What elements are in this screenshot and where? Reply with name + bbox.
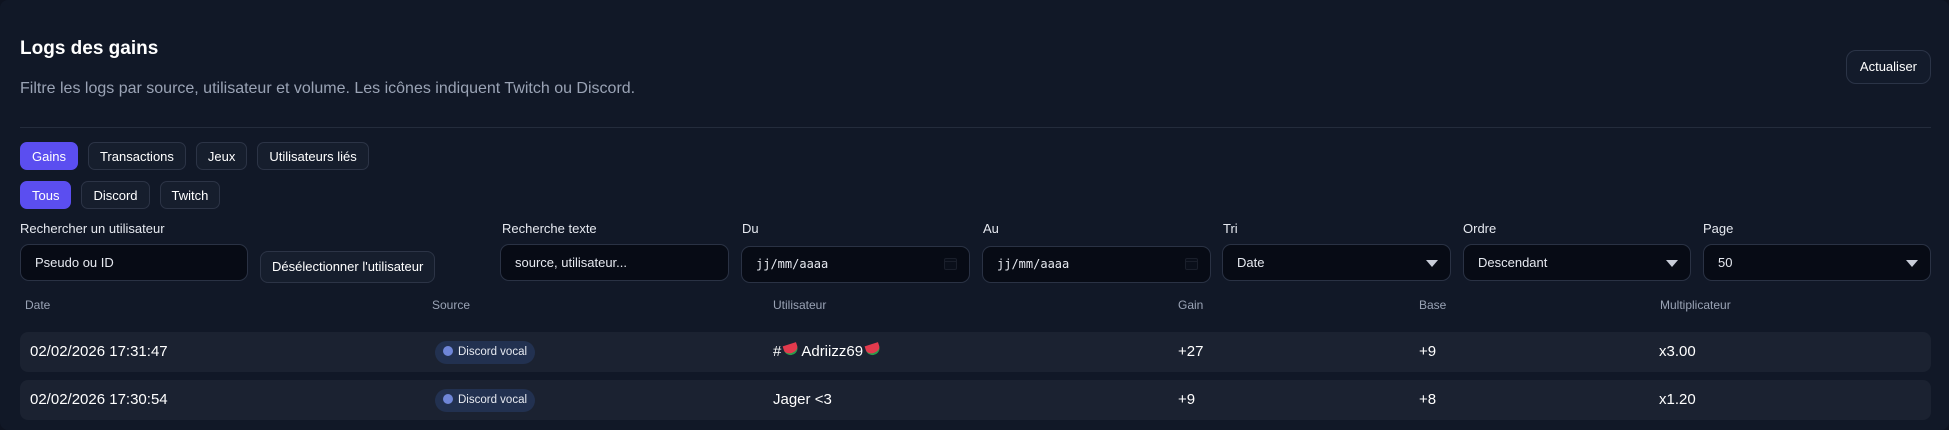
order-value: Descendant — [1478, 255, 1548, 270]
source-filter-tabs: Tous Discord Twitch — [20, 181, 221, 209]
tab-utilisateurs-lies[interactable]: Utilisateurs liés — [257, 142, 369, 170]
sort-label: Tri — [1223, 221, 1238, 236]
text-search-label: Recherche texte — [502, 221, 597, 236]
page-subtitle: Filtre les logs par source, utilisateur … — [20, 80, 636, 97]
user-search-input[interactable]: Pseudo ou ID — [20, 244, 248, 281]
date-to-label: Au — [983, 221, 999, 236]
source-badge: Discord vocal — [435, 389, 536, 412]
refresh-button[interactable]: Actualiser — [1845, 50, 1931, 84]
chevron-down-icon — [1426, 260, 1438, 267]
text-search-input[interactable]: source, utilisateur... — [500, 244, 729, 281]
source-badge: Discord vocal — [435, 341, 536, 364]
row-multiplier: x3.00 — [1659, 343, 1696, 360]
row-base: +9 — [1419, 343, 1437, 360]
tab-jeux[interactable]: Jeux — [195, 142, 248, 170]
order-label: Ordre — [1463, 221, 1497, 236]
page-title: Logs des gains — [20, 38, 159, 59]
date-to-input[interactable]: jj/mm/aaaa — [982, 246, 1211, 283]
calendar-icon[interactable] — [1185, 258, 1198, 270]
tab-transactions[interactable]: Transactions — [87, 142, 186, 170]
discord-icon — [443, 346, 453, 356]
user-search-placeholder: Pseudo ou ID — [35, 255, 114, 270]
filter-tous[interactable]: Tous — [20, 181, 72, 209]
page-size-select[interactable]: 50 — [1703, 244, 1931, 281]
user-prefix: # — [773, 343, 782, 360]
table-row: 02/02/2026 17:31:47 Discord vocal # Adrii… — [20, 332, 1931, 372]
calendar-icon[interactable] — [944, 258, 957, 270]
watermelon-icon — [782, 342, 800, 357]
date-from-placeholder: jj/mm/aaaa — [756, 257, 829, 271]
table-row: 02/02/2026 17:30:54 Discord vocal Jager … — [20, 380, 1931, 420]
filter-twitch[interactable]: Twitch — [159, 181, 221, 209]
watermelon-icon — [864, 342, 882, 357]
row-date: 02/02/2026 17:31:47 — [30, 343, 168, 360]
chevron-down-icon — [1666, 260, 1678, 267]
column-header-base: Base — [1419, 298, 1447, 312]
source-badge-label: Discord vocal — [458, 394, 528, 406]
chevron-down-icon — [1906, 260, 1918, 267]
user-search-label: Rechercher un utilisateur — [20, 221, 165, 236]
column-header-date: Date — [25, 298, 51, 312]
date-from-label: Du — [742, 221, 759, 236]
header-divider — [20, 127, 1931, 128]
log-type-tabs: Gains Transactions Jeux Utilisateurs lié… — [20, 142, 369, 170]
discord-icon — [443, 394, 453, 404]
column-header-multiplier: Multiplicateur — [1660, 298, 1731, 312]
row-date: 02/02/2026 17:30:54 — [30, 391, 168, 408]
date-from-input[interactable]: jj/mm/aaaa — [741, 246, 970, 283]
sort-value: Date — [1237, 255, 1265, 270]
row-gain: +27 — [1178, 343, 1204, 360]
source-badge-label: Discord vocal — [458, 346, 528, 358]
text-search-placeholder: source, utilisateur... — [515, 255, 627, 270]
user-name: Adriizz69 — [801, 343, 864, 360]
column-header-gain: Gain — [1178, 298, 1204, 312]
row-base: +8 — [1419, 391, 1437, 408]
row-user: # Adriizz69 — [773, 332, 883, 372]
gains-logs-panel: Logs des gains Filtre les logs par sourc… — [0, 0, 1949, 430]
tab-gains[interactable]: Gains — [20, 142, 78, 170]
row-multiplier: x1.20 — [1659, 391, 1696, 408]
column-header-user: Utilisateur — [773, 298, 827, 312]
row-user: Jager <3 — [773, 391, 832, 408]
page-label: Page — [1703, 221, 1734, 236]
column-header-source: Source — [432, 298, 471, 312]
sort-select[interactable]: Date — [1222, 244, 1451, 281]
date-to-placeholder: jj/mm/aaaa — [997, 257, 1070, 271]
deselect-user-button[interactable]: Désélectionner l'utilisateur — [260, 251, 436, 283]
filter-discord[interactable]: Discord — [81, 181, 150, 209]
row-gain: +9 — [1178, 391, 1196, 408]
page-size-value: 50 — [1718, 255, 1733, 270]
order-select[interactable]: Descendant — [1463, 244, 1691, 281]
